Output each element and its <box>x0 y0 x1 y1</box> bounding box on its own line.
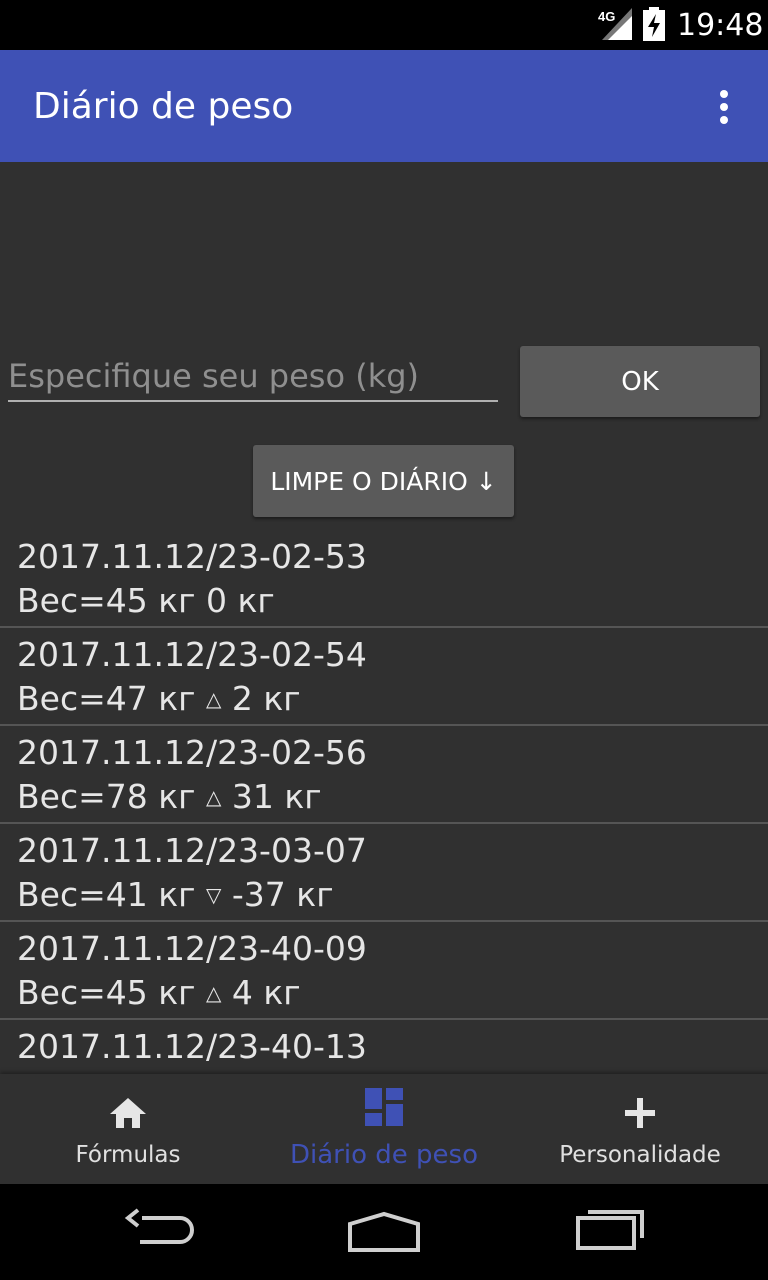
list-item[interactable]: 2017.11.12/23-03-07 Вес=41 кг ▽ -37 кг <box>0 824 768 922</box>
app-screen: 4G 19:48 Diário de peso OK LIMPE O DIÁRI… <box>0 0 768 1280</box>
entry-date: 2017.11.12/23-03-07 <box>17 831 367 870</box>
dashboard-icon <box>365 1088 403 1126</box>
nav-item-formulas[interactable]: Fórmulas <box>0 1074 256 1184</box>
back-icon[interactable] <box>124 1206 196 1250</box>
entry-date: 2017.11.12/23-02-53 <box>17 537 367 576</box>
weight-text: Вес=41 кг <box>17 875 196 914</box>
page-title: Diário de peso <box>33 86 294 127</box>
change-text: 4 кг <box>231 973 301 1012</box>
list-item[interactable]: 2017.11.12/23-40-09 Вес=45 кг △ 4 кг <box>0 922 768 1020</box>
entry-weight: Вес=78 кг △ 31 кг <box>17 777 322 816</box>
change-text: 0 кг <box>206 581 275 620</box>
weight-text: Вес=78 кг <box>17 777 196 816</box>
recent-apps-icon[interactable] <box>572 1206 648 1252</box>
entry-date: 2017.11.12/23-02-56 <box>17 733 367 772</box>
entry-weight: Вес=47 кг △ 2 кг <box>17 679 301 718</box>
nav-label: Diário de peso <box>290 1140 478 1170</box>
weight-text: Вес=45 кг <box>17 973 196 1012</box>
weight-text: Вес=47 кг <box>17 679 196 718</box>
weight-input[interactable] <box>8 352 498 402</box>
decrease-arrow-icon: ▽ <box>206 883 222 907</box>
plus-icon <box>625 1098 655 1128</box>
nav-item-weight-diary[interactable]: Diário de peso <box>256 1074 512 1184</box>
increase-arrow-icon: △ <box>206 785 222 809</box>
ok-button[interactable]: OK <box>520 346 760 417</box>
overflow-menu-icon[interactable] <box>706 84 742 128</box>
nav-item-personality[interactable]: Personalidade <box>512 1074 768 1184</box>
list-item[interactable]: 2017.11.12/23-02-53 Вес=45 кг 0 кг <box>0 530 768 628</box>
change-text: -37 кг <box>231 875 334 914</box>
system-navigation-bar <box>0 1184 768 1280</box>
network-type: 4G <box>598 9 616 24</box>
entry-date: 2017.11.12/23-40-13 <box>17 1027 367 1066</box>
list-item[interactable]: 2017.11.12/23-02-56 Вес=78 кг △ 31 кг <box>0 726 768 824</box>
weight-text: Вес=45 кг <box>17 581 196 620</box>
battery-charging-icon <box>643 7 665 41</box>
entry-weight: Вес=41 кг ▽ -37 кг <box>17 875 334 914</box>
home-icon <box>110 1098 146 1128</box>
status-bar: 4G 19:48 <box>0 0 768 50</box>
bottom-navigation: Fórmulas Diário de peso Personalidade <box>0 1074 768 1184</box>
list-item[interactable]: 2017.11.12/23-02-54 Вес=47 кг △ 2 кг <box>0 628 768 726</box>
nav-label: Personalidade <box>559 1142 721 1168</box>
list-item[interactable]: 2017.11.12/23-40-13 <box>0 1020 768 1074</box>
entry-date: 2017.11.12/23-02-54 <box>17 635 367 674</box>
app-bar: Diário de peso <box>0 50 768 162</box>
increase-arrow-icon: △ <box>206 687 222 711</box>
entry-weight: Вес=45 кг 0 кг <box>17 581 275 620</box>
entry-weight: Вес=45 кг △ 4 кг <box>17 973 301 1012</box>
change-text: 2 кг <box>231 679 301 718</box>
weight-log-list[interactable]: 2017.11.12/23-02-53 Вес=45 кг 0 кг 2017.… <box>0 530 768 1074</box>
home-button-icon[interactable] <box>344 1206 424 1254</box>
change-text: 31 кг <box>231 777 322 816</box>
increase-arrow-icon: △ <box>206 981 222 1005</box>
nav-label: Fórmulas <box>75 1142 181 1168</box>
entry-date: 2017.11.12/23-40-09 <box>17 929 367 968</box>
clear-diary-button[interactable]: LIMPE O DIÁRIO ↓ <box>253 445 514 517</box>
status-clock: 19:48 <box>677 8 764 43</box>
